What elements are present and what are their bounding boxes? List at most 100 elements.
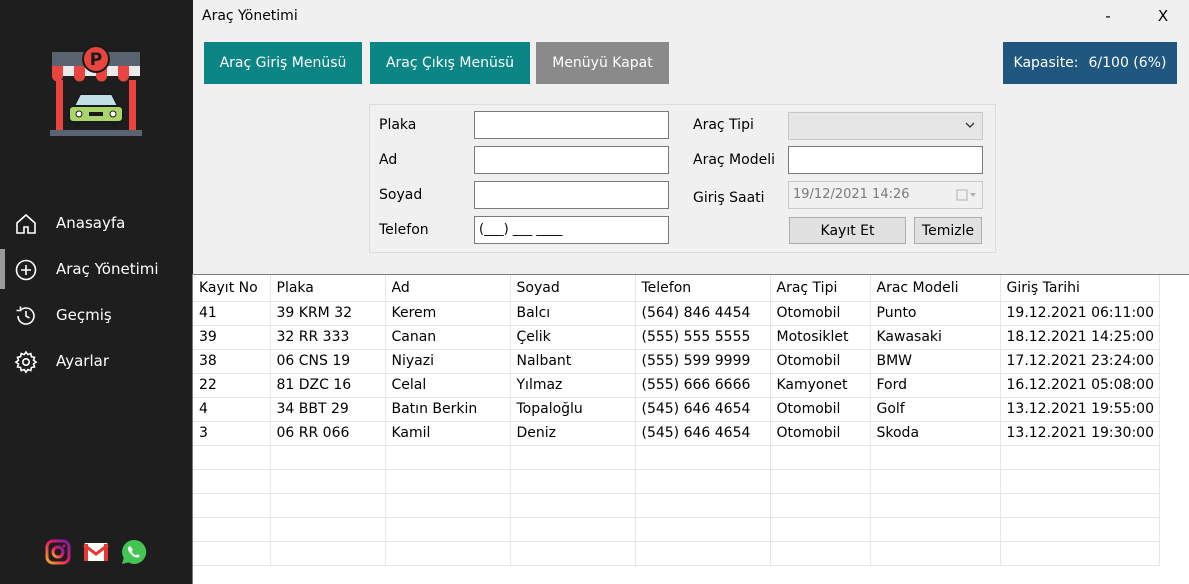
kapasite-label: Kapasite: [1013,55,1079,71]
table-cell: 13.12.2021 19:30:00 [1000,421,1160,446]
table-cell [770,469,871,494]
table-cell: 34 BBT 29 [270,397,386,422]
table-cell [770,493,871,518]
table-cell: 39 KRM 32 [270,301,386,326]
table-cell: Otomobil [770,421,871,446]
close-button[interactable]: X [1153,4,1173,28]
table-cell: (545) 646 4654 [635,397,771,422]
table-empty-row [193,493,1160,518]
kapasite-badge: Kapasite: 6/100 (6%) [1003,42,1177,84]
table-cell: 16.12.2021 05:08:00 [1000,373,1160,398]
table-row[interactable]: 3 06 RR 066 Kamil Deniz (545) 646 4654 Otomob… [193,421,1160,446]
table-cell [193,517,271,542]
table-cell: Kamil [385,421,511,446]
table-cell: 17.12.2021 23:24:00 [1000,349,1160,374]
table-cell: Deniz [510,421,636,446]
column-header[interactable]: Plaka [270,275,386,302]
giris-saati-label: Giriş Saati [693,190,765,206]
sidebar-item-ayarlar[interactable]: Ayarlar [0,341,193,381]
sidebar-item-gecmis[interactable]: Geçmiş [0,295,193,335]
table-cell: (555) 599 9999 [635,349,771,374]
table-cell: Yılmaz [510,373,636,398]
table-cell: 22 [193,373,271,398]
table-cell [870,541,1001,566]
sidebar-item-label: Anasayfa [56,214,126,232]
table-header-row: Kayıt No Plaka Ad Soyad Telefon Araç Tip… [193,275,1160,302]
table-cell [385,445,511,470]
sidebar-item-anasayfa[interactable]: Anasayfa [0,203,193,243]
table-cell [193,493,271,518]
table-cell: Nalbant [510,349,636,374]
kayit-et-button[interactable]: Kayıt Et [789,217,906,244]
table-cell: 06 CNS 19 [270,349,386,374]
minimize-button[interactable]: - [1098,4,1118,28]
sidebar-item-arac-yonetimi[interactable]: Araç Yönetimi [0,249,193,289]
table-cell: Otomobil [770,301,871,326]
table-row[interactable]: 41 39 KRM 32 Kerem Balcı (564) 846 4454 Otomo… [193,301,1160,326]
telefon-input[interactable]: (___) ___ ____ [474,216,669,244]
kapasite-value: 6/100 (6%) [1088,55,1167,71]
table-row[interactable]: 38 06 CNS 19 Niyazi Nalbant (555) 599 9999 Ot… [193,349,1160,374]
table-cell: 3 [193,421,271,446]
table-cell: 18.12.2021 14:25:00 [1000,325,1160,350]
instagram-icon[interactable] [45,539,71,565]
column-header[interactable]: Arac Modeli [870,275,1001,302]
table-cell: 06 RR 066 [270,421,386,446]
arac-cikis-menu-button[interactable]: Araç Çıkış Menüsü [370,42,530,84]
sidebar-item-label: Araç Yönetimi [56,260,159,278]
arac-tipi-label: Araç Tipi [693,117,754,133]
plaka-label: Plaka [379,117,417,133]
svg-text:P: P [90,50,102,70]
table-cell [1000,469,1160,494]
table-cell: Golf [870,397,1001,422]
table-cell [510,517,636,542]
temizle-button[interactable]: Temizle [914,217,982,244]
table-cell [870,469,1001,494]
table-cell [1000,445,1160,470]
table-row[interactable]: 4 34 BBT 29 Batın Berkin Topaloğlu (545) 646… [193,397,1160,422]
column-header[interactable]: Soyad [510,275,636,302]
plaka-input[interactable] [474,111,669,139]
arac-giris-menu-button[interactable]: Araç Giriş Menüsü [204,42,362,84]
soyad-input[interactable] [474,181,669,209]
table-row[interactable]: 22 81 DZC 16 Celal Yılmaz (555) 666 6666 Kamy… [193,373,1160,398]
whatsapp-icon[interactable] [121,539,147,565]
arac-tipi-select[interactable] [788,112,983,140]
table-empty-row [193,445,1160,470]
table-cell: (555) 555 5555 [635,325,771,350]
table-cell [193,541,271,566]
gmail-icon[interactable] [83,539,109,565]
table-cell: (564) 846 4454 [635,301,771,326]
table-row[interactable]: 39 32 RR 333 Canan Çelik (555) 555 5555 Motos… [193,325,1160,350]
table-cell [1000,493,1160,518]
table-cell [385,517,511,542]
table-cell: Punto [870,301,1001,326]
table-cell [1000,541,1160,566]
table-cell [270,517,386,542]
column-header[interactable]: Telefon [635,275,771,302]
table-cell: Batın Berkin [385,397,511,422]
table-cell [1000,517,1160,542]
table-cell [193,469,271,494]
menu-kapat-button[interactable]: Menüyü Kapat [536,42,669,84]
table-empty-row [193,517,1160,542]
table-cell [635,517,771,542]
table-cell: 32 RR 333 [270,325,386,350]
table-cell [510,445,636,470]
table-cell: Kamyonet [770,373,871,398]
table-cell [635,493,771,518]
column-header[interactable]: Ad [385,275,511,302]
column-header[interactable]: Araç Tipi [770,275,871,302]
table-cell: Skoda [870,421,1001,446]
column-header[interactable]: Giriş Tarihi [1000,275,1160,302]
arac-modeli-input[interactable] [788,146,983,174]
table-cell: 41 [193,301,271,326]
column-header[interactable]: Kayıt No [193,275,271,302]
table-cell [193,445,271,470]
table-cell: Topaloğlu [510,397,636,422]
vehicle-table[interactable]: Kayıt No Plaka Ad Soyad Telefon Araç Tip… [192,274,1189,584]
table-empty-row [193,469,1160,494]
ad-input[interactable] [474,146,669,174]
table-cell: Celal [385,373,511,398]
giris-saati-picker[interactable]: 19/12/2021 14:26 [788,181,983,209]
